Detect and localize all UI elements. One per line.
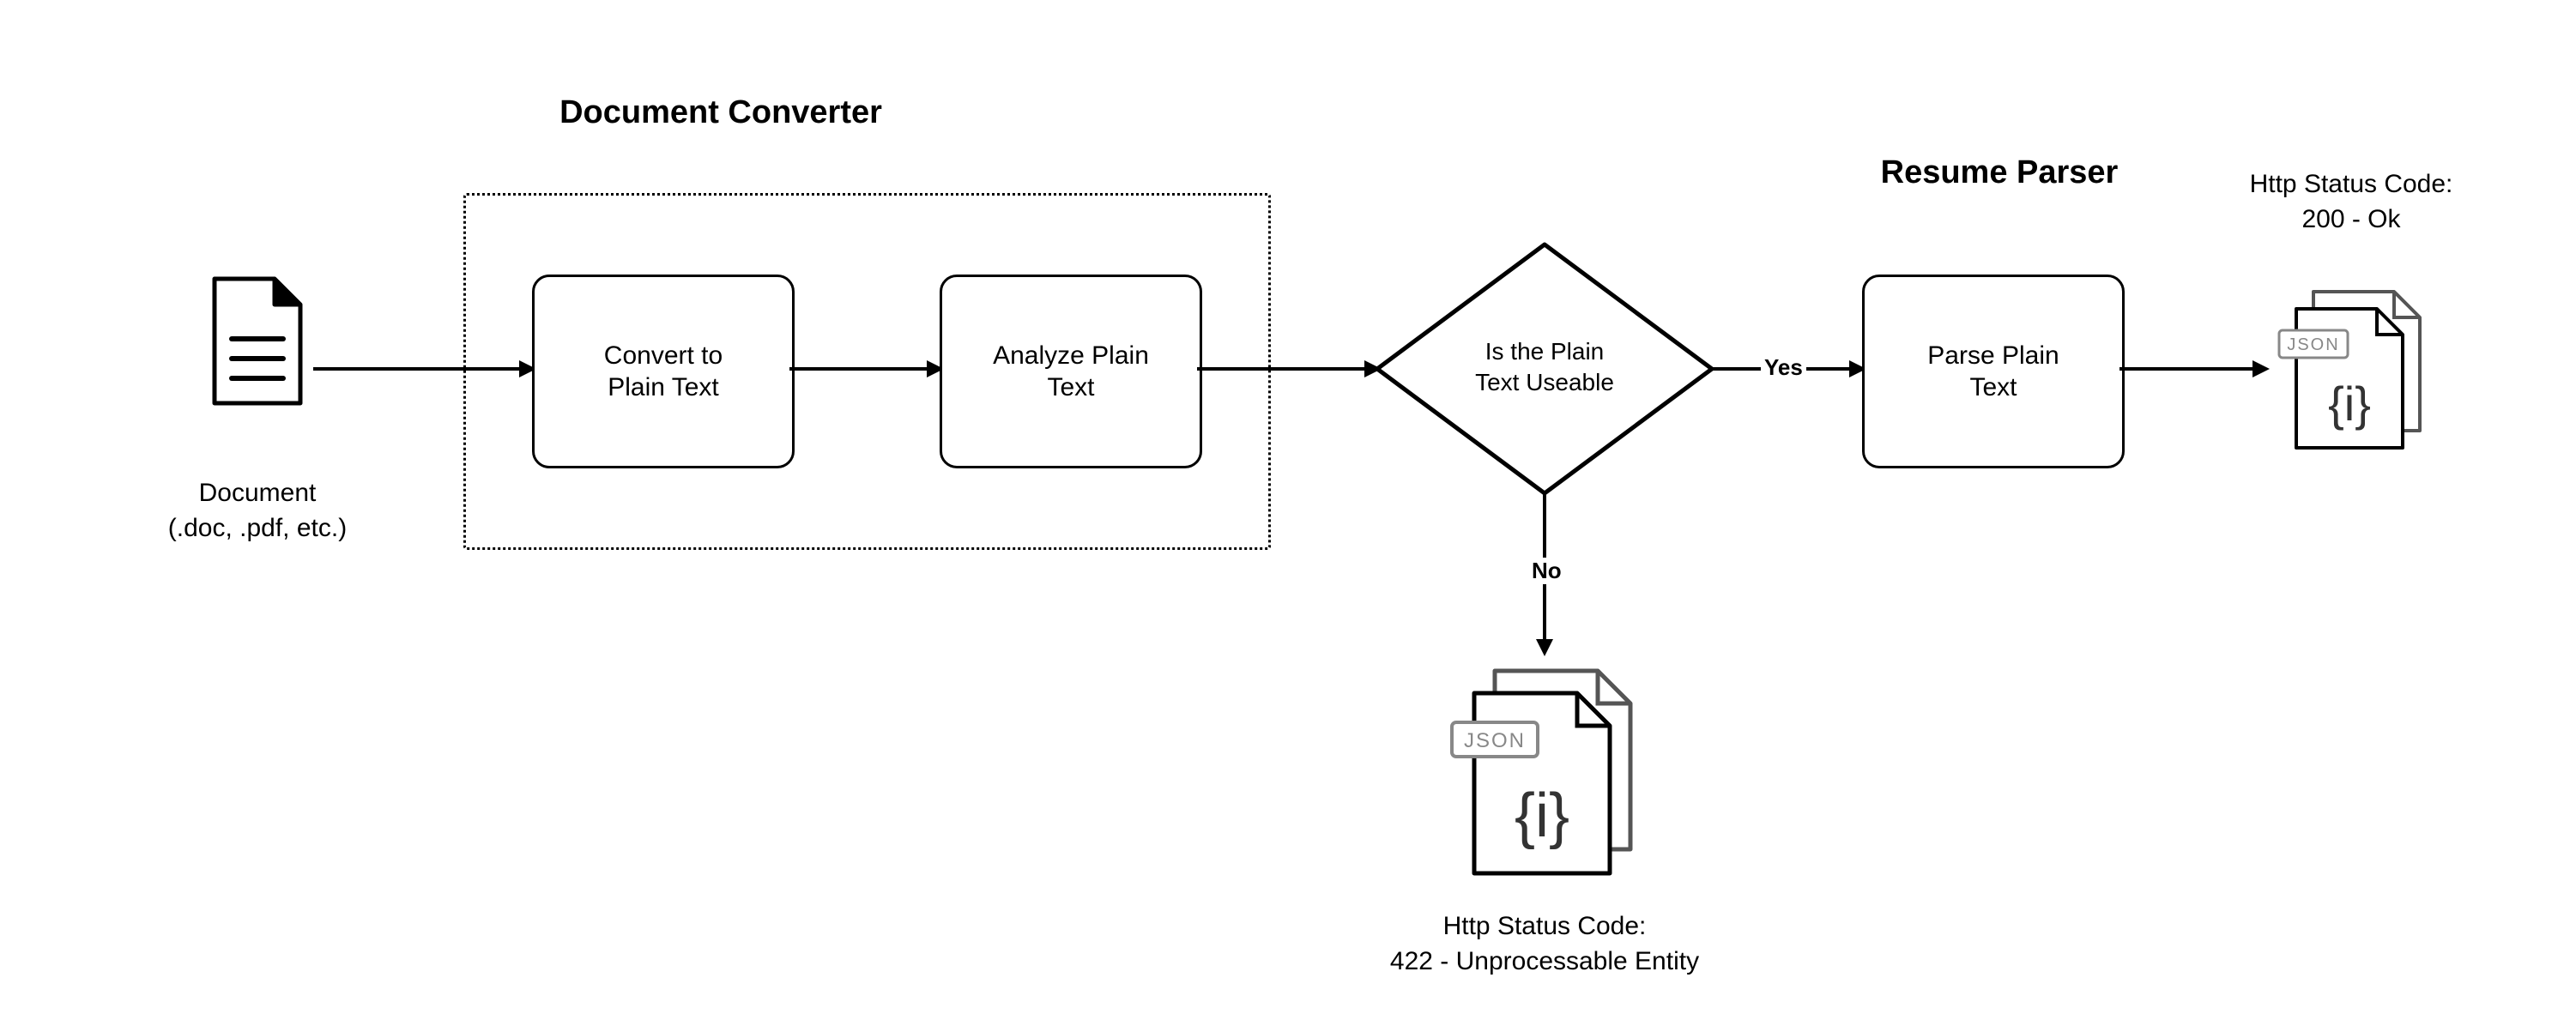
output-ok-line1: Http Status Code:	[2197, 167, 2506, 202]
process-analyze-label: Analyze Plain Text	[993, 340, 1149, 404]
svg-text:JSON: JSON	[2287, 335, 2339, 354]
output-fail-line2: 422 - Unprocessable Entity	[1326, 945, 1763, 980]
process-convert-to-plain-text: Convert to Plain Text	[532, 275, 795, 468]
diagram-canvas: Document Converter Resume Parser Documen…	[0, 0, 2576, 1026]
output-ok-caption: Http Status Code: 200 - Ok	[2197, 167, 2506, 237]
edge-label-yes: Yes	[1761, 354, 1806, 381]
arrow-convert-to-analyze	[789, 355, 944, 383]
svg-text:JSON: JSON	[1464, 729, 1526, 752]
json-file-icon-ok: JSON {i}	[2272, 283, 2435, 455]
process-parse-plain-text: Parse Plain Text	[1862, 275, 2125, 468]
process-convert-label: Convert to Plain Text	[604, 340, 723, 404]
input-document-caption: Document (.doc, .pdf, etc.)	[112, 476, 403, 546]
output-fail-line1: Http Status Code:	[1326, 909, 1763, 945]
input-document-caption-line2: (.doc, .pdf, etc.)	[112, 511, 403, 546]
document-file-icon	[206, 275, 309, 407]
process-parse-label: Parse Plain Text	[1927, 340, 2059, 404]
decision-label: Is the Plain Text Useable	[1416, 336, 1673, 399]
arrow-analyze-to-decision	[1197, 355, 1382, 383]
svg-text:{i}: {i}	[1515, 782, 1569, 850]
group-title-resume-parser: Resume Parser	[1828, 154, 2171, 191]
arrow-parse-to-ok	[2119, 355, 2270, 383]
group-title-document-converter: Document Converter	[481, 94, 961, 131]
output-ok-line2: 200 - Ok	[2197, 202, 2506, 238]
output-fail-caption: Http Status Code: 422 - Unprocessable En…	[1326, 909, 1763, 979]
json-file-icon-fail: JSON {i}	[1442, 661, 1648, 884]
input-document-caption-line1: Document	[112, 476, 403, 511]
arrow-document-to-convert	[313, 355, 536, 383]
edge-label-no: No	[1528, 558, 1565, 584]
svg-text:{i}: {i}	[2328, 377, 2371, 431]
process-analyze-plain-text: Analyze Plain Text	[940, 275, 1202, 468]
